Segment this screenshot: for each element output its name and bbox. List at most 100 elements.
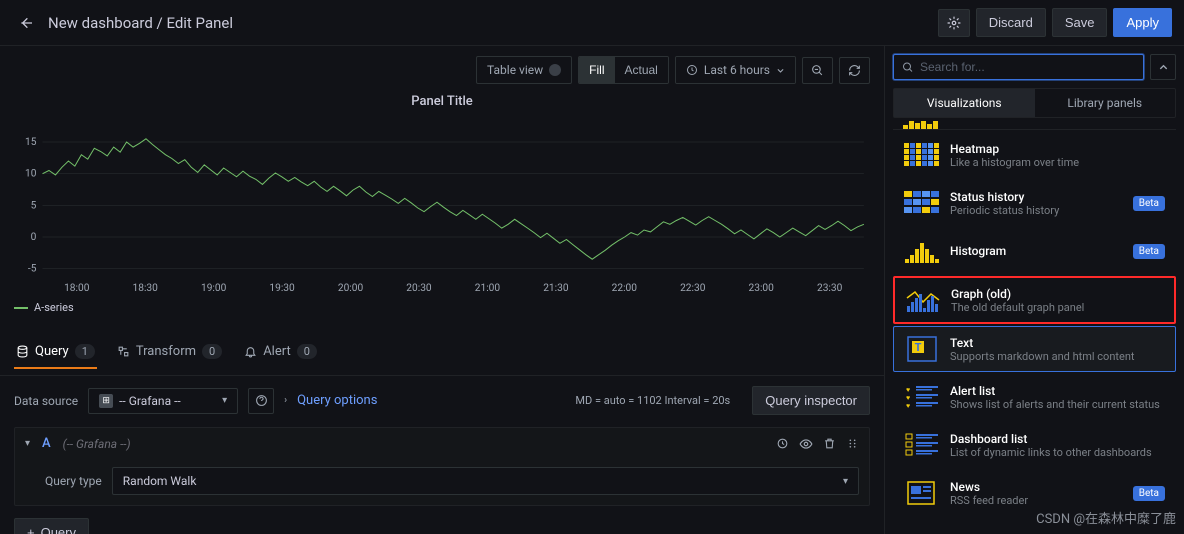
zoom-out-button[interactable] <box>802 57 833 84</box>
eye-icon <box>799 437 813 451</box>
query-section: Data source ⊞-- Grafana -- ▾ › Query opt… <box>0 376 884 534</box>
breadcrumb: New dashboard / Edit Panel <box>48 14 233 32</box>
time-range-picker[interactable]: Last 6 hours <box>675 56 796 84</box>
viz-desc: RSS feed reader <box>950 494 1123 507</box>
datasource-help-button[interactable] <box>248 388 274 414</box>
chart-svg: -505101518:0018:3019:0019:3020:0020:3021… <box>14 117 870 297</box>
viz-list: Heatmap Like a histogram over time Statu… <box>893 120 1176 524</box>
tab-alert[interactable]: Alert 0 <box>242 336 319 369</box>
datasource-value: -- Grafana -- <box>119 394 181 408</box>
query-type-select[interactable]: Random Walk ▾ <box>112 467 859 495</box>
chevron-down-icon: ▾ <box>843 476 848 487</box>
question-icon <box>255 394 268 407</box>
viz-item-news[interactable]: News RSS feed reader Beta <box>893 470 1176 516</box>
query-duplicate-button[interactable] <box>776 437 789 451</box>
viz-item-status-history[interactable]: Status history Periodic status history B… <box>893 180 1176 226</box>
tab-query[interactable]: Query 1 <box>14 336 97 369</box>
viz-icon <box>904 141 940 169</box>
tab-transform[interactable]: Transform 0 <box>115 336 224 369</box>
search-icon <box>902 61 914 74</box>
query-options-link[interactable]: Query options <box>297 393 377 408</box>
svg-text:21:00: 21:00 <box>475 283 501 294</box>
transform-icon <box>117 345 130 358</box>
datasource-label: Data source <box>14 394 78 408</box>
table-view-toggle[interactable]: Table view <box>476 56 572 84</box>
svg-text:19:00: 19:00 <box>201 283 227 294</box>
bell-icon <box>244 345 257 358</box>
datasource-select[interactable]: ⊞-- Grafana -- ▾ <box>88 388 238 414</box>
query-source-label: (-- Grafana --) <box>63 437 131 451</box>
time-range-label: Last 6 hours <box>704 63 770 77</box>
actual-button[interactable]: Actual <box>615 57 668 83</box>
viz-desc: Supports markdown and html content <box>950 350 1165 363</box>
tab-alert-label: Alert <box>263 344 291 359</box>
svg-text:T: T <box>915 341 922 354</box>
grip-icon <box>846 437 859 450</box>
settings-button[interactable] <box>938 9 970 37</box>
query-delete-button[interactable] <box>823 437 836 451</box>
chevron-up-icon <box>1158 62 1169 73</box>
chevron-down-icon[interactable]: ▾ <box>25 438 30 449</box>
apply-button[interactable]: Apply <box>1113 8 1172 37</box>
viz-item-graph-old-[interactable]: Graph (old) The old default graph panel <box>893 276 1176 324</box>
svg-text:♥: ♥ <box>906 394 910 402</box>
refresh-icon <box>848 64 861 77</box>
viz-item-alert-list[interactable]: ♥♥♥ Alert list Shows list of alerts and … <box>893 374 1176 420</box>
header: New dashboard / Edit Panel Discard Save … <box>0 0 1184 46</box>
query-drag-handle[interactable] <box>846 437 859 451</box>
svg-text:18:00: 18:00 <box>64 283 90 294</box>
chart-panel: Panel Title -505101518:0018:3019:0019:30… <box>0 84 884 324</box>
query-ref-letter[interactable]: A <box>42 436 51 451</box>
tab-query-badge: 1 <box>75 344 95 359</box>
viz-icon <box>904 479 940 507</box>
svg-text:22:30: 22:30 <box>680 283 706 294</box>
viz-desc: Like a histogram over time <box>950 156 1165 169</box>
viz-desc: The old default graph panel <box>951 301 1164 314</box>
query-toggle-button[interactable] <box>799 437 813 451</box>
chevron-down-icon: ▾ <box>222 395 227 406</box>
viz-name: News <box>950 480 1123 494</box>
chevron-right-icon: › <box>284 395 287 406</box>
query-type-label: Query type <box>45 474 102 488</box>
svg-text:22:00: 22:00 <box>612 283 638 294</box>
svg-text:10: 10 <box>25 169 37 180</box>
viz-item-histogram[interactable]: Histogram Beta <box>893 228 1176 274</box>
svg-text:18:30: 18:30 <box>133 283 159 294</box>
save-button[interactable]: Save <box>1052 8 1108 37</box>
svg-text:5: 5 <box>31 200 37 211</box>
viz-item-heatmap[interactable]: Heatmap Like a histogram over time <box>893 132 1176 178</box>
legend-label[interactable]: A-series <box>34 301 74 314</box>
tab-query-label: Query <box>35 344 69 359</box>
tab-library-panels[interactable]: Library panels <box>1035 89 1176 117</box>
side-panel: Visualizations Library panels Heatmap Li… <box>884 46 1184 534</box>
svg-text:23:30: 23:30 <box>817 283 843 294</box>
viz-desc: List of dynamic links to other dashboard… <box>950 446 1165 459</box>
chart-legend: A-series <box>14 301 870 314</box>
viz-name: Dashboard list <box>950 432 1165 446</box>
svg-text:♥: ♥ <box>906 386 910 394</box>
query-type-value: Random Walk <box>123 474 197 488</box>
back-button[interactable] <box>12 9 40 37</box>
query-row: ▾ A (-- Grafana --) Query type Random Wa… <box>14 427 870 506</box>
trash-icon <box>823 437 836 450</box>
svg-text:19:30: 19:30 <box>269 283 295 294</box>
viz-search-box[interactable] <box>893 54 1144 80</box>
refresh-button[interactable] <box>839 57 870 84</box>
tab-visualizations[interactable]: Visualizations <box>894 89 1035 117</box>
viz-item-text[interactable]: T Text Supports markdown and html conten… <box>893 326 1176 372</box>
svg-text:0: 0 <box>31 232 37 243</box>
collapse-side-button[interactable] <box>1150 54 1176 80</box>
viz-name: Text <box>950 336 1165 350</box>
viz-icon <box>904 237 940 265</box>
viz-item-dashboard-list[interactable]: Dashboard list List of dynamic links to … <box>893 422 1176 468</box>
chart-title: Panel Title <box>14 94 870 109</box>
discard-button[interactable]: Discard <box>976 8 1046 37</box>
viz-icon: T <box>904 335 940 363</box>
query-inspector-button[interactable]: Query inspector <box>752 386 870 415</box>
chevron-down-icon <box>776 66 785 75</box>
add-query-button[interactable]: + Query <box>14 518 89 534</box>
viz-search-input[interactable] <box>920 60 1135 74</box>
fill-button[interactable]: Fill <box>579 57 614 83</box>
chart-body[interactable]: -505101518:0018:3019:0019:3020:0020:3021… <box>14 117 870 297</box>
clock-icon <box>776 437 789 450</box>
